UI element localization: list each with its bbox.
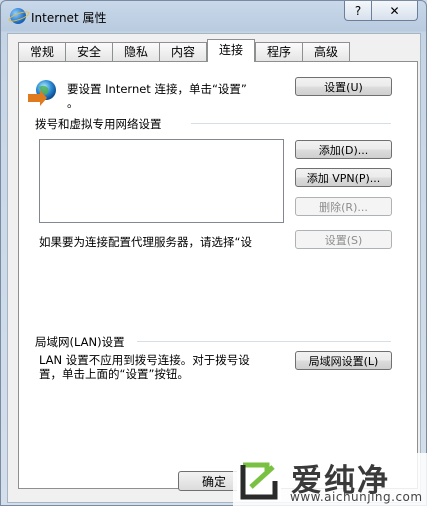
window-title: Internet 属性 [31, 11, 107, 25]
add-connection-button[interactable]: 添加(D)... [295, 140, 392, 159]
setup-description-cont: 。 [67, 96, 79, 110]
watermark-url: www.aichunjing.com [290, 490, 423, 504]
lan-group-title: 局域网(LAN)设置 [35, 335, 125, 349]
tab-content[interactable]: 内容 [159, 42, 207, 61]
close-button[interactable]: ✕ [371, 1, 418, 21]
setup-button[interactable]: 设置(U) [295, 77, 392, 96]
tab-programs[interactable]: 程序 [255, 42, 303, 61]
watermark-logo-icon [237, 457, 281, 501]
dialog-client-area: 常规 安全 隐私 内容 连接 程序 高级 要设置 Internet 连接，单击“… [7, 33, 421, 503]
proxy-description: 如果要为连接配置代理服务器，请选择“设 [39, 235, 252, 249]
setup-description: 要设置 Internet 连接，单击“设置” [67, 82, 247, 96]
internet-explorer-icon [10, 8, 26, 24]
connections-listbox[interactable] [39, 139, 284, 223]
delete-connection-button[interactable]: 删除(R)... [295, 197, 392, 216]
internet-properties-window: Internet 属性 ? ✕ 常规 安全 隐私 内容 连接 程序 高级 要设置… [0, 0, 427, 506]
lan-description-cont: 置，单击上面的“设置”按钮。 [39, 367, 189, 381]
connections-panel: 要设置 Internet 连接，单击“设置” 。 设置(U) 拨号和虚拟专用网络… [18, 61, 418, 489]
tab-connections[interactable]: 连接 [207, 39, 255, 62]
tab-privacy[interactable]: 隐私 [112, 42, 160, 61]
dialup-group-divider [191, 123, 391, 124]
dialup-group-title: 拨号和虚拟专用网络设置 [35, 117, 162, 131]
network-globe-icon [28, 80, 56, 106]
tab-security[interactable]: 安全 [65, 42, 113, 61]
lan-group-divider [137, 341, 391, 342]
add-vpn-button[interactable]: 添加 VPN(P)... [295, 168, 392, 187]
title-bar[interactable]: Internet 属性 ? ✕ [1, 1, 426, 33]
lan-settings-button[interactable]: 局域网设置(L) [295, 351, 392, 370]
tab-general[interactable]: 常规 [18, 42, 66, 61]
help-button[interactable]: ? [344, 1, 372, 21]
watermark: 爱纯净 www.aichunjing.com [233, 453, 427, 506]
tab-advanced[interactable]: 高级 [302, 42, 350, 61]
connection-settings-button[interactable]: 设置(S) [295, 230, 392, 249]
